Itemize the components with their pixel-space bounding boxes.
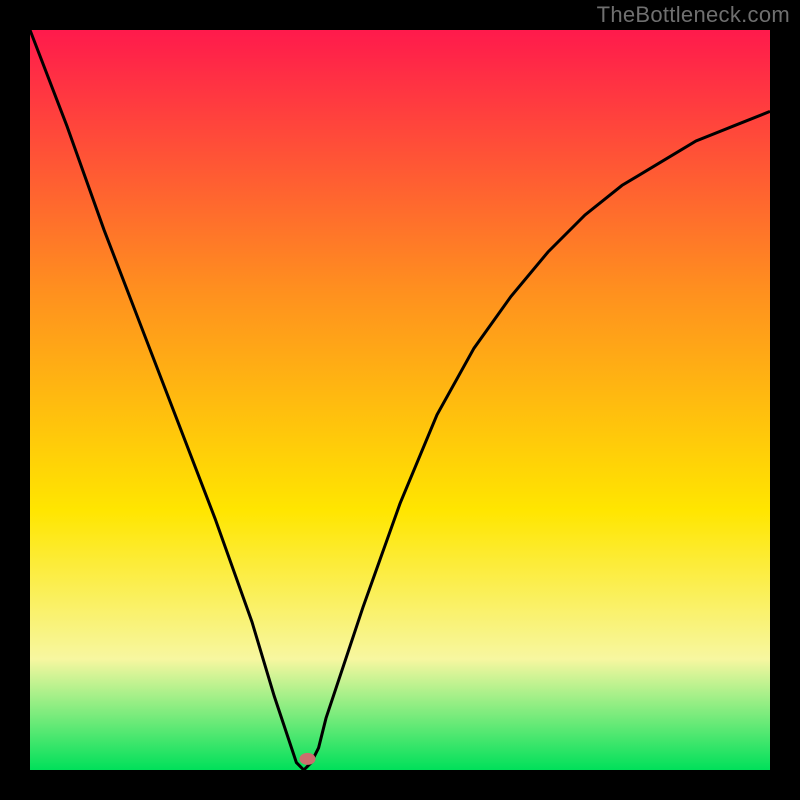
optimal-point-marker (300, 753, 316, 765)
plot-area (30, 30, 770, 770)
chart-container: TheBottleneck.com (0, 0, 800, 800)
bottleneck-chart (0, 0, 800, 800)
